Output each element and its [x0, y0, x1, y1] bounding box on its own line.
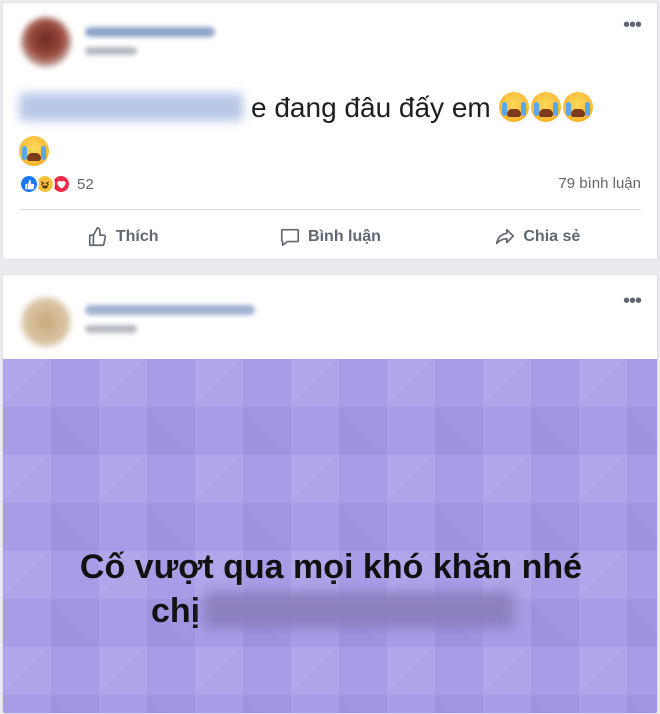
- more-options-icon[interactable]: •••: [623, 291, 642, 311]
- post-text: e đang đâu đấy em: [19, 86, 629, 174]
- mention-blurred[interactable]: [204, 592, 515, 628]
- share-button[interactable]: Chia sẻ: [434, 219, 641, 255]
- author-name-blurred[interactable]: [85, 27, 215, 37]
- avatar[interactable]: [21, 17, 71, 67]
- reaction-count: 52: [77, 175, 94, 193]
- like-reaction-icon: [19, 174, 39, 194]
- card-text-line2-label: chị: [151, 592, 201, 630]
- share-label: Chia sẻ: [523, 228, 581, 245]
- divider: [19, 209, 641, 210]
- like-button[interactable]: Thích: [19, 219, 226, 255]
- crying-emoji-icon: [530, 92, 561, 122]
- reaction-summary[interactable]: 52: [19, 173, 94, 195]
- comment-button[interactable]: Bình luận: [226, 219, 433, 255]
- comment-label: Bình luận: [308, 228, 381, 245]
- mention-blurred[interactable]: [19, 93, 243, 121]
- post-text-content: e đang đâu đấy em: [251, 92, 499, 123]
- post-actions-bar: Thích Bình luận Chia sẻ: [19, 219, 641, 255]
- avatar[interactable]: [21, 297, 71, 347]
- feed-post: ••• e đang đâu đấy em 52 79 bình luận Th…: [2, 2, 658, 260]
- share-arrow-icon: [496, 228, 515, 245]
- thumbs-up-icon: [88, 227, 106, 247]
- card-text-line1: Cố vượt qua mọi khó khăn nhé: [79, 548, 583, 586]
- comment-count-link[interactable]: 79 bình luận: [558, 175, 641, 192]
- feed-post: ••• Cố vượt qua mọi khó khăn nhé chị: [2, 274, 658, 714]
- more-options-icon[interactable]: •••: [623, 15, 642, 35]
- like-label: Thích: [115, 228, 159, 245]
- crying-emoji-icon: [19, 136, 49, 166]
- card-text-line2: chị: [151, 589, 515, 633]
- post-timestamp-blurred[interactable]: [85, 325, 137, 333]
- author-name-blurred[interactable]: [85, 305, 255, 315]
- post-timestamp-blurred[interactable]: [85, 47, 137, 55]
- comment-bubble-icon: [280, 228, 300, 247]
- text-background-card: Cố vượt qua mọi khó khăn nhé chị: [3, 359, 657, 713]
- crying-emoji-icon: [562, 92, 593, 122]
- crying-emoji-icon: [498, 92, 529, 122]
